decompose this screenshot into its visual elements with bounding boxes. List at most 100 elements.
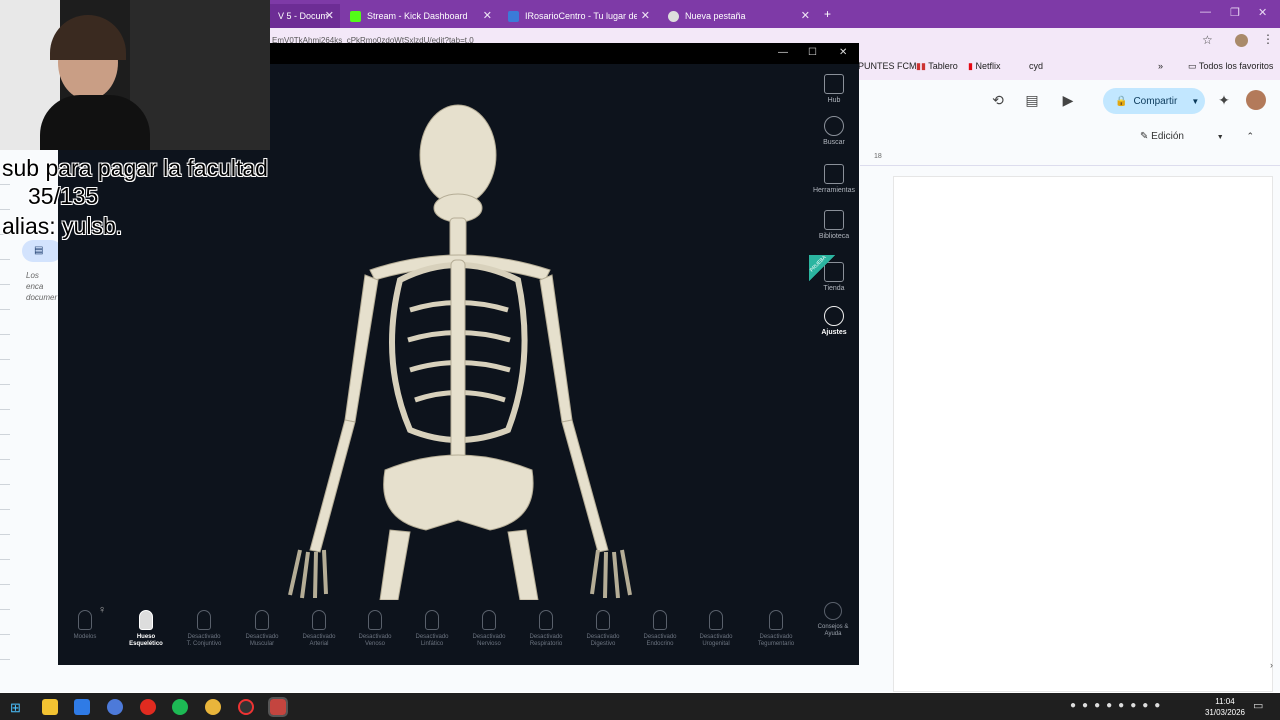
- system-muscular[interactable]: Desactivado Muscular: [232, 610, 292, 648]
- chrome-icon: [668, 10, 679, 22]
- female-icon[interactable]: ♀: [98, 604, 106, 616]
- all-favorites[interactable]: ▭ Todos los favoritos: [1188, 61, 1273, 72]
- tab-docs[interactable]: V 5 - Docum ✕: [270, 4, 340, 28]
- notifications-icon[interactable]: ▭: [1253, 699, 1263, 712]
- system-respiratory[interactable]: Desactivado Respiratorio: [516, 610, 576, 648]
- chevron-down-icon: ▼: [1216, 134, 1224, 141]
- system-tray-icons[interactable]: ●●●●●●●●: [1070, 700, 1166, 711]
- muscular-system-icon: [255, 610, 269, 630]
- system-skeletal[interactable]: Hueso Esquelético: [116, 610, 176, 648]
- close-icon[interactable]: ✕: [325, 9, 334, 22]
- close-window-icon[interactable]: ✕: [1258, 6, 1267, 19]
- minimize-icon[interactable]: —: [778, 47, 788, 58]
- outline-hint-text: Los enca documer: [26, 271, 58, 302]
- system-venous[interactable]: Desactivado Venoso: [345, 610, 405, 648]
- close-window-icon[interactable]: ✕: [839, 47, 847, 58]
- system-integumentary[interactable]: Desactivado Tegumentario: [746, 610, 806, 648]
- hub-button[interactable]: Hub: [812, 74, 856, 104]
- menu-icon[interactable]: ⋮: [1262, 32, 1274, 46]
- windows-start-icon[interactable]: ⊞: [10, 700, 21, 716]
- trial-ribbon: PRUEBA: [809, 255, 835, 281]
- urogenital-system-icon: [709, 610, 723, 630]
- bookmark-item[interactable]: ▮ Netflix: [968, 61, 1000, 72]
- file-explorer-icon[interactable]: [42, 699, 58, 715]
- document-page[interactable]: [893, 176, 1273, 692]
- endocrine-system-icon: [653, 610, 667, 630]
- search-icon: [824, 116, 844, 136]
- bookmark-item[interactable]: PUNTES FCM: [858, 61, 917, 71]
- help-icon: [824, 602, 842, 620]
- tab-label: Nueva pestaña: [685, 11, 746, 21]
- system-name: Esquelético: [129, 641, 163, 647]
- skeleton-model[interactable]: [260, 100, 660, 600]
- system-lymphatic[interactable]: Desactivado Linfático: [402, 610, 462, 648]
- minimize-icon[interactable]: —: [1200, 6, 1211, 18]
- calendar-icon[interactable]: [74, 699, 90, 715]
- chrome-icon[interactable]: [205, 699, 221, 715]
- system-name: Arterial: [309, 641, 329, 647]
- webcam-feed: [0, 0, 270, 150]
- collapse-icon[interactable]: ⌃: [1246, 131, 1254, 141]
- chrome-profile-icon[interactable]: [107, 699, 123, 715]
- close-icon[interactable]: ✕: [801, 9, 810, 22]
- help-button[interactable]: Consejos & Ayuda: [803, 602, 863, 638]
- obs-icon[interactable]: [238, 699, 254, 715]
- system-status: Hueso: [136, 634, 156, 640]
- meet-icon[interactable]: ▶: [1060, 92, 1076, 108]
- spotify-icon[interactable]: [172, 699, 188, 715]
- pencil-icon: ✎: [1140, 131, 1152, 142]
- share-label: Compartir: [1133, 95, 1178, 107]
- search-button[interactable]: Buscar: [812, 116, 856, 146]
- system-status: Desactivado: [586, 634, 620, 640]
- system-connective[interactable]: Desactivado T. Conjuntivo: [174, 610, 234, 648]
- clock[interactable]: 11:04 31/03/2026: [1201, 696, 1249, 718]
- hub-label: Hub: [827, 97, 841, 104]
- star-icon[interactable]: ☆: [1202, 33, 1213, 47]
- system-digestive[interactable]: Desactivado Digestivo: [573, 610, 633, 648]
- tools-label: Herramientas: [812, 187, 855, 194]
- digestive-system-icon: [596, 610, 610, 630]
- maximize-icon[interactable]: ☐: [808, 47, 817, 58]
- close-icon[interactable]: ✕: [483, 9, 492, 22]
- system-endocrine[interactable]: Desactivado Endocrino: [630, 610, 690, 648]
- bookmark-item[interactable]: ▮▮ Tablero: [916, 61, 958, 72]
- tools-icon: [824, 164, 844, 184]
- system-arterial[interactable]: Desactivado Arterial: [289, 610, 349, 648]
- clock-date: 31/03/2026: [1204, 708, 1246, 717]
- bookmark-label: Netflix: [975, 61, 1001, 71]
- library-label: Biblioteca: [818, 233, 850, 240]
- tab-new[interactable]: Nueva pestaña ✕: [660, 4, 816, 28]
- new-tab-button[interactable]: +: [824, 7, 831, 21]
- docs-toolbar: ⟲ ▤ ▶ ✦: [860, 80, 1280, 122]
- outline-button[interactable]: ▤: [22, 240, 62, 262]
- bookmark-item[interactable]: cyd: [1029, 61, 1043, 71]
- tools-button[interactable]: Herramientas: [812, 164, 856, 194]
- system-name: Venoso: [364, 641, 386, 647]
- more-bookmarks-icon[interactable]: »: [1158, 61, 1163, 71]
- comments-icon[interactable]: ▤: [1024, 92, 1040, 108]
- system-name: Linfático: [420, 641, 444, 647]
- editing-mode-dropdown[interactable]: ✎ Edición ▼ ⌃: [1140, 131, 1254, 142]
- media-app-icon[interactable]: [140, 699, 156, 715]
- tab-rosario[interactable]: IRosarioCentro - Tu lugar de te ✕: [500, 4, 656, 28]
- close-icon[interactable]: ✕: [641, 9, 650, 22]
- system-nervous[interactable]: Desactivado Nervioso: [459, 610, 519, 648]
- system-urogenital[interactable]: Desactivado Urogenital: [686, 610, 746, 648]
- scroll-arrow-icon[interactable]: ›: [1270, 660, 1273, 670]
- history-icon[interactable]: ⟲: [990, 92, 1006, 108]
- profile-icon[interactable]: [1235, 34, 1248, 47]
- tab-kick[interactable]: Stream - Kick Dashboard ✕: [342, 4, 498, 28]
- gemini-icon[interactable]: ✦: [1216, 92, 1232, 108]
- avatar[interactable]: [1246, 90, 1266, 110]
- anatomy-app-taskbar-icon[interactable]: [268, 697, 288, 717]
- nervous-system-icon: [482, 610, 496, 630]
- right-humerus: [539, 274, 573, 423]
- settings-button[interactable]: Ajustes: [812, 306, 856, 336]
- library-button[interactable]: Biblioteca: [812, 210, 856, 240]
- editing-mode-label: Edición: [1151, 131, 1184, 142]
- chevron-down-icon[interactable]: ▼: [1191, 97, 1199, 106]
- restore-icon[interactable]: ❐: [1230, 6, 1240, 19]
- system-status: Desactivado: [187, 634, 221, 640]
- system-status: Desactivado: [699, 634, 733, 640]
- share-button[interactable]: 🔒 Compartir ▼: [1103, 88, 1205, 114]
